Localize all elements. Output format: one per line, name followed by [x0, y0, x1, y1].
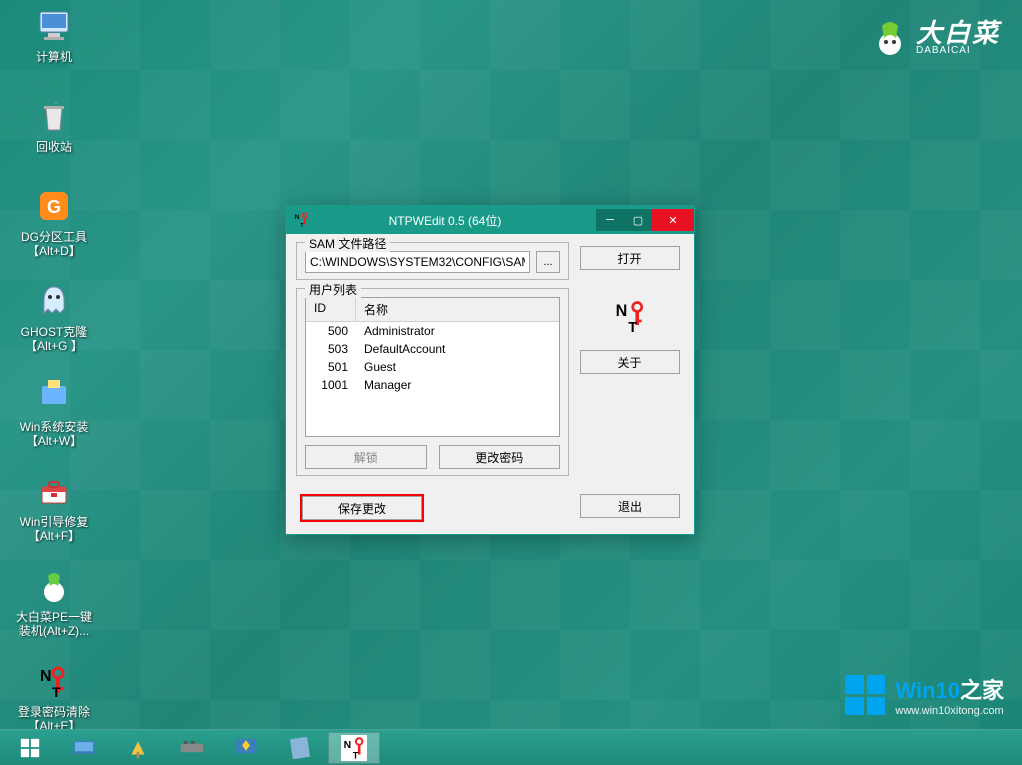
svg-text:N: N — [295, 214, 300, 221]
setup-icon — [33, 375, 75, 417]
toolbox-icon — [33, 470, 75, 512]
svg-text:N: N — [344, 740, 352, 751]
start-button[interactable] — [4, 732, 56, 764]
desktop-icon-label: DG分区工具 【Alt+D】 — [14, 230, 94, 258]
taskbar-item-notes[interactable] — [274, 732, 326, 764]
monitor-icon — [33, 5, 75, 47]
desktop-icon-computer[interactable]: 计算机 — [14, 5, 94, 64]
about-button[interactable]: 关于 — [580, 350, 680, 374]
minimize-button[interactable]: ─ — [596, 209, 624, 231]
svg-text:T: T — [628, 320, 637, 334]
cabbage-mascot-icon — [870, 18, 910, 58]
desktop-icon-label: Win引导修复 【Alt+F】 — [14, 515, 94, 543]
exit-button[interactable]: 退出 — [580, 494, 680, 518]
maximize-button[interactable]: ▢ — [624, 209, 652, 231]
unlock-button: 解锁 — [305, 445, 427, 469]
svg-text:T: T — [52, 684, 61, 700]
app-icon: NT — [290, 208, 314, 232]
table-row[interactable]: 503 DefaultAccount — [306, 340, 559, 358]
desktop-icon-bootfix[interactable]: Win引导修复 【Alt+F】 — [14, 470, 94, 543]
userlist-legend: 用户列表 — [305, 281, 361, 298]
desktop-icon-recycle[interactable]: 回收站 — [14, 95, 94, 154]
user-list[interactable]: ID 名称 500 Administrator 503 DefaultAccou… — [305, 297, 560, 437]
window-title: NTPWEdit 0.5 (64位) — [318, 212, 596, 229]
watermark: Win10 之家 www.win10xitong.com — [845, 673, 1004, 717]
diskgenius-icon: G — [33, 185, 75, 227]
desktop-icon-label: GHOST克隆 【Alt+G 】 — [14, 325, 94, 353]
titlebar[interactable]: NT NTPWEdit 0.5 (64位) ─ ▢ ✕ — [286, 206, 694, 234]
desktop-icon-label: 大白菜PE一键 装机(Alt+Z)... — [14, 610, 94, 638]
svg-text:N: N — [615, 302, 627, 320]
col-id-header[interactable]: ID — [306, 298, 356, 321]
brand-logo: 大白菜 DABAICAI — [870, 18, 1000, 58]
desktop-icon-diskgenius[interactable]: G DG分区工具 【Alt+D】 — [14, 185, 94, 258]
taskbar-item-display[interactable] — [220, 732, 272, 764]
taskbar-item-hardware[interactable] — [166, 732, 218, 764]
windows-logo-icon — [845, 675, 885, 715]
desktop-icon-pwclear[interactable]: NT 登录密码清除 【Alt+E】 — [14, 660, 94, 733]
taskbar: NT — [0, 729, 1022, 765]
desktop-icon-label: 回收站 — [14, 140, 94, 154]
desktop-icon-winsetup[interactable]: Win系统安装 【Alt+W】 — [14, 375, 94, 448]
taskbar-item-cleanup[interactable] — [112, 732, 164, 764]
desktop-icon-ghost[interactable]: GHOST克隆 【Alt+G 】 — [14, 280, 94, 353]
svg-text:T: T — [353, 750, 359, 760]
sam-path-input[interactable] — [305, 251, 530, 273]
taskbar-item-ntpwedit[interactable]: NT — [328, 732, 380, 764]
svg-text:N: N — [40, 668, 52, 685]
browse-button[interactable]: ... — [536, 251, 560, 273]
table-row[interactable]: 500 Administrator — [306, 322, 559, 340]
desktop-icon-label: 计算机 — [14, 50, 94, 64]
watermark-title-prefix: Win10 — [895, 678, 960, 704]
brand-name-zh: 大白菜 — [916, 20, 1000, 46]
ntpwedit-window: NT NTPWEdit 0.5 (64位) ─ ▢ ✕ SAM 文件路径 ...… — [285, 205, 695, 535]
nt-key-icon: NT — [33, 660, 75, 702]
user-list-header: ID 名称 — [306, 298, 559, 322]
sam-path-legend: SAM 文件路径 — [305, 235, 390, 252]
watermark-title-suffix: 之家 — [960, 673, 1004, 705]
change-password-button[interactable]: 更改密码 — [439, 445, 561, 469]
close-button[interactable]: ✕ — [652, 209, 694, 231]
watermark-url: www.win10xitong.com — [895, 705, 1004, 717]
svg-text:T: T — [300, 223, 304, 229]
desktop-icon-dabaicai[interactable]: 大白菜PE一键 装机(Alt+Z)... — [14, 565, 94, 638]
desktop-icon-label: Win系统安装 【Alt+W】 — [14, 420, 94, 448]
table-row[interactable]: 501 Guest — [306, 358, 559, 376]
table-row[interactable]: 1001 Manager — [306, 376, 559, 394]
open-button[interactable]: 打开 — [580, 246, 680, 270]
save-highlight: 保存更改 — [300, 494, 424, 522]
col-name-header[interactable]: 名称 — [356, 298, 559, 321]
ghost-icon — [33, 280, 75, 322]
taskbar-item-desktop[interactable] — [58, 732, 110, 764]
nt-logo-icon: NT — [612, 298, 648, 334]
recycle-bin-icon — [33, 95, 75, 137]
svg-text:G: G — [47, 197, 61, 217]
save-button[interactable]: 保存更改 — [302, 496, 422, 520]
cabbage-icon — [33, 565, 75, 607]
